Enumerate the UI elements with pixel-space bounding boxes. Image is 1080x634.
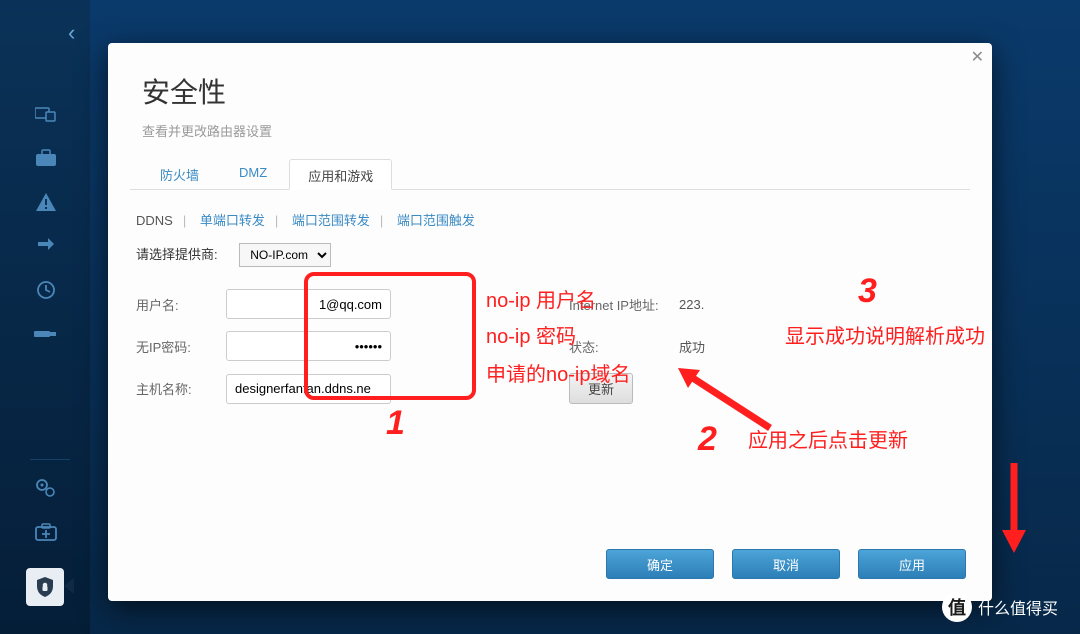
- page-subtitle: 查看并更改路由器设置: [142, 121, 958, 140]
- provider-select[interactable]: NO-IP.com: [239, 243, 331, 267]
- update-button[interactable]: 更新: [569, 373, 633, 404]
- subtab-single-port[interactable]: 单端口转发: [200, 213, 265, 228]
- subtab-ddns[interactable]: DDNS: [136, 213, 173, 228]
- devices-icon[interactable]: [30, 98, 62, 130]
- status-label: 状态:: [569, 337, 679, 356]
- settings-modal: ✕ 安全性 查看并更改路由器设置 防火墙 DMZ 应用和游戏 DDNS| 单端口…: [108, 43, 992, 601]
- sidebar: ‹: [0, 0, 90, 634]
- sidebar-icons-top: [30, 98, 70, 362]
- provider-row: 请选择提供商: NO-IP.com: [108, 235, 992, 283]
- password-label: 无IP密码:: [136, 337, 226, 356]
- internet-ip-value: 223.: [679, 297, 704, 312]
- arrow-to-apply: [994, 458, 1034, 558]
- subtab-port-trigger[interactable]: 端口范围触发: [397, 213, 475, 228]
- tab-strip: 防火墙 DMZ 应用和游戏: [130, 158, 970, 190]
- footer-buttons: 确定 取消 应用: [606, 549, 966, 579]
- subtab-port-range[interactable]: 端口范围转发: [292, 213, 370, 228]
- hostname-input[interactable]: [226, 374, 391, 404]
- tab-firewall[interactable]: 防火墙: [142, 159, 217, 190]
- cancel-button[interactable]: 取消: [732, 549, 840, 579]
- medkit-icon[interactable]: [30, 516, 62, 548]
- watermark-text: 什么值得买: [978, 595, 1058, 619]
- username-input[interactable]: [226, 289, 391, 319]
- usb-icon[interactable]: [30, 318, 62, 350]
- clock-icon[interactable]: [30, 274, 62, 306]
- shield-icon[interactable]: [26, 568, 64, 606]
- transfer-icon[interactable]: [30, 230, 62, 262]
- active-pointer: [64, 578, 74, 594]
- subtab-strip: DDNS| 单端口转发| 端口范围转发| 端口范围触发: [108, 190, 992, 235]
- watermark-icon: 值: [942, 592, 972, 622]
- close-icon[interactable]: ✕: [971, 47, 984, 67]
- internet-ip-label: Internet IP地址:: [569, 295, 679, 314]
- gears-icon[interactable]: [30, 472, 62, 504]
- username-label: 用户名:: [136, 295, 226, 314]
- tab-dmz[interactable]: DMZ: [221, 159, 285, 190]
- tab-apps-games[interactable]: 应用和游戏: [289, 159, 392, 190]
- back-icon[interactable]: ‹: [68, 20, 75, 46]
- page-title: 安全性: [142, 71, 958, 111]
- password-input[interactable]: [226, 331, 391, 361]
- ok-button[interactable]: 确定: [606, 549, 714, 579]
- apply-button[interactable]: 应用: [858, 549, 966, 579]
- watermark: 值 什么值得买: [942, 592, 1058, 622]
- provider-label: 请选择提供商:: [136, 247, 218, 262]
- hostname-label: 主机名称:: [136, 379, 226, 398]
- warning-icon[interactable]: [30, 186, 62, 218]
- toolbox-icon[interactable]: [30, 142, 62, 174]
- status-value: 成功: [679, 337, 705, 356]
